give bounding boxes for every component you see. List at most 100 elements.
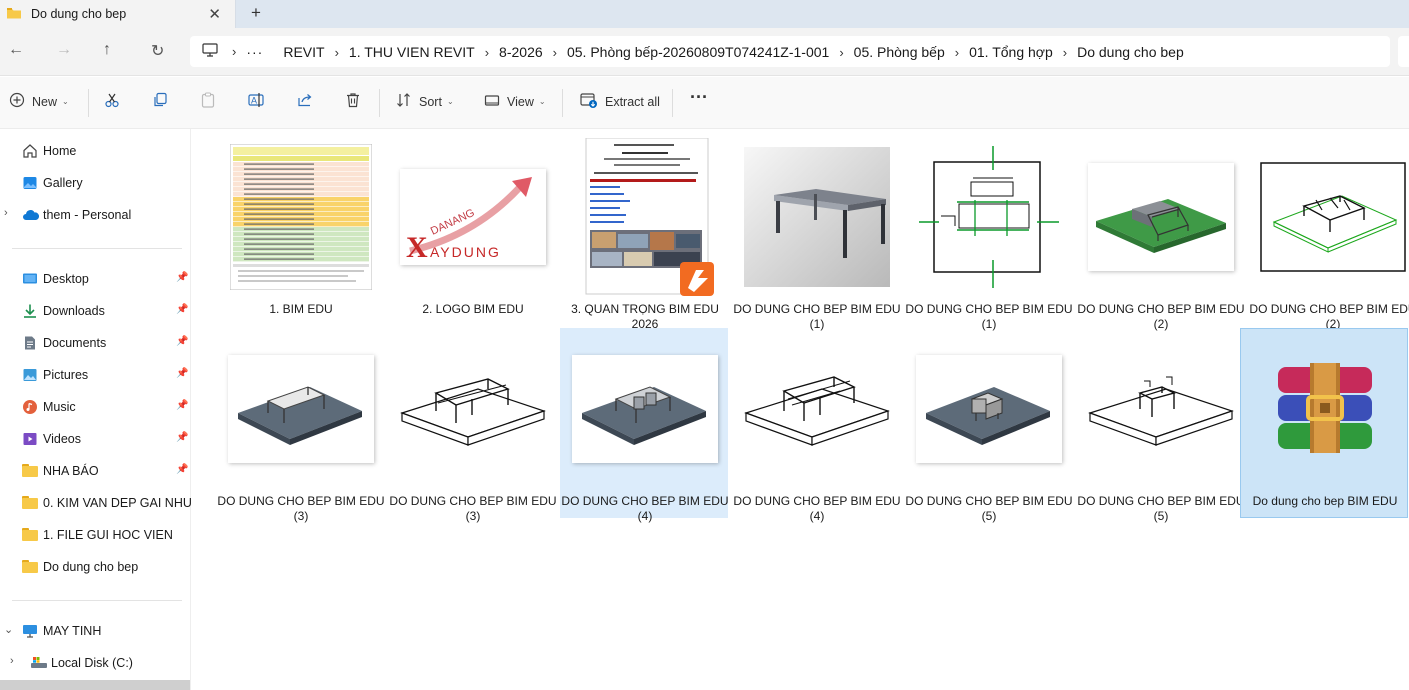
chevron-down-icon: ⌄ (446, 97, 454, 106)
chevron-right-icon[interactable]: › (10, 655, 14, 667)
breadcrumb-item[interactable]: 1. THU VIEN REVIT (339, 44, 485, 60)
folder-icon (22, 464, 38, 477)
pin-icon[interactable]: 📌 (176, 368, 188, 379)
sidebar-item-local-disk[interactable]: › Local Disk (C:) (0, 649, 191, 677)
sidebar-item-label: Music (43, 400, 76, 414)
sidebar-item-label: Documents (43, 336, 107, 350)
pin-icon[interactable]: 📌 (176, 336, 188, 347)
breadcrumb: REVIT › 1. THU VIEN REVIT › 8-2026 › 05. Phòng… (273, 44, 1193, 60)
chevron-down-icon[interactable]: ⌄ (4, 623, 13, 636)
more-icon[interactable]: ··· (236, 44, 273, 60)
drive-icon (30, 655, 47, 671)
breadcrumb-item[interactable]: 01. Tổng hợp (959, 44, 1063, 60)
pin-icon[interactable]: 📌 (176, 304, 188, 315)
file-item-4[interactable]: DO DUNG CHO BEP BIM EDU (1) (732, 136, 901, 331)
sidebar-item-label: Gallery (43, 176, 83, 190)
new-button[interactable]: New ⌄ (9, 92, 69, 111)
file-item-10[interactable]: DO DUNG CHO BEP BIM EDU (4) (560, 328, 729, 523)
sidebar-item-kim-van[interactable]: 0. KIM VAN DEP GAI NHUT DI (0, 489, 191, 517)
chevron-right-icon: › (839, 44, 844, 60)
file-name: 2. LOGO BIM EDU (422, 302, 524, 316)
breadcrumb-item[interactable]: 05. Phòng bếp (844, 44, 955, 60)
sidebar-item-label: 0. KIM VAN DEP GAI NHUT DI (43, 496, 191, 510)
sidebar-item-nha-bao[interactable]: NHA BÁO 📌 (0, 457, 191, 485)
new-tab-icon[interactable]: + (251, 3, 261, 23)
music-icon (22, 399, 38, 415)
search-input[interactable] (1398, 36, 1409, 67)
sidebar-item-home[interactable]: Home (0, 137, 191, 165)
pin-icon[interactable]: 📌 (176, 400, 188, 411)
pictures-icon (22, 367, 38, 383)
file-item-5[interactable]: DO DUNG CHO BEP BIM EDU (1) (904, 136, 1073, 331)
svg-text:A: A (251, 96, 257, 106)
plan-thumbnail (905, 137, 1073, 297)
pin-icon[interactable]: 📌 (176, 432, 188, 443)
sidebar-item-may-tinh[interactable]: ⌄ MAY TINH (0, 617, 191, 645)
sidebar-item-gallery[interactable]: Gallery (0, 169, 191, 197)
address-bar[interactable]: › ··· REVIT › 1. THU VIEN REVIT › 8-2026 › 05.… (190, 36, 1390, 67)
more-options-button[interactable]: ··· (690, 87, 708, 108)
file-item-7[interactable]: DO DUNG CHO BEP BIM EDU (2) (1248, 136, 1409, 331)
computer-icon (22, 623, 38, 639)
wireframe-thumbnail (1249, 137, 1409, 297)
chevron-right-icon[interactable]: › (4, 207, 8, 219)
sidebar-item-documents[interactable]: Documents 📌 (0, 329, 191, 357)
chevron-down-icon: ⌄ (538, 97, 546, 106)
divider (12, 600, 182, 601)
sidebar-item-pictures[interactable]: Pictures 📌 (0, 361, 191, 389)
breadcrumb-item[interactable]: REVIT (273, 44, 334, 60)
sidebar-item-label: Desktop (43, 272, 89, 286)
tab-do-dung-cho-bep[interactable]: Do dung cho bep ✕ (0, 0, 236, 28)
sidebar-item-do-dung[interactable]: Do dung cho bep (0, 553, 191, 581)
sort-button[interactable]: Sort ⌄ (396, 92, 454, 111)
render-thumbnail (905, 329, 1073, 489)
rename-icon: A (248, 92, 266, 111)
rename-button[interactable]: A (248, 92, 266, 111)
pin-icon[interactable]: 📌 (176, 464, 188, 475)
breadcrumb-item[interactable]: 8-2026 (489, 44, 553, 60)
view-button[interactable]: View ⌄ (484, 92, 546, 111)
view-icon (484, 92, 500, 111)
file-item-6[interactable]: DO DUNG CHO BEP BIM EDU (2) (1076, 136, 1245, 331)
breadcrumb-item[interactable]: Do dung cho bep (1067, 44, 1194, 60)
sidebar-item-file-gui[interactable]: 1. FILE GUI HOC VIEN (0, 521, 191, 549)
close-icon[interactable]: ✕ (208, 5, 221, 23)
share-button[interactable] (297, 92, 313, 111)
file-item-1[interactable]: 1. BIM EDU (216, 136, 384, 326)
divider (562, 89, 563, 117)
file-item-13[interactable]: DO DUNG CHO BEP BIM EDU (5) (1076, 328, 1245, 523)
sidebar-item-music[interactable]: Music 📌 (0, 393, 191, 421)
cut-button[interactable] (104, 92, 120, 111)
video-icon (22, 431, 38, 447)
sidebar-item-downloads[interactable]: Downloads 📌 (0, 297, 191, 325)
file-item-3[interactable]: 3. QUAN TRỌNG BIM EDU 2026 (560, 136, 728, 331)
sidebar-scrollbar[interactable] (0, 680, 190, 690)
pin-icon[interactable]: 📌 (176, 272, 188, 283)
sidebar-item-onedrive[interactable]: › them - Personal (0, 201, 191, 229)
file-item-12[interactable]: DO DUNG CHO BEP BIM EDU (5) (904, 328, 1073, 523)
file-item-9[interactable]: DO DUNG CHO BEP BIM EDU (3) (388, 328, 557, 523)
logo-thumbnail: DANANG X AYDUNG (389, 137, 557, 297)
file-item-8[interactable]: DO DUNG CHO BEP BIM EDU (3) (216, 328, 385, 523)
file-name: DO DUNG CHO BEP BIM EDU (4) (733, 494, 901, 523)
paste-button[interactable] (200, 92, 216, 111)
file-item-14[interactable]: Do dung cho bep BIM EDU (1240, 328, 1408, 518)
file-name: DO DUNG CHO BEP BIM EDU (3) (217, 494, 385, 523)
sidebar-item-desktop[interactable]: Desktop 📌 (0, 265, 191, 293)
file-item-2[interactable]: DANANG X AYDUNG 2. LOGO BIM EDU (388, 136, 556, 326)
sidebar-item-label: them - Personal (43, 208, 132, 222)
gallery-icon (22, 175, 38, 191)
up-icon[interactable]: ↑ (103, 41, 111, 59)
forward-icon[interactable]: → (56, 41, 72, 59)
folder-icon (6, 6, 22, 23)
delete-button[interactable] (345, 92, 361, 111)
breadcrumb-item[interactable]: 05. Phòng bếp-20260809T074241Z-1-001 (557, 44, 839, 60)
sidebar-item-videos[interactable]: Videos 📌 (0, 425, 191, 453)
back-icon[interactable]: ← (8, 41, 24, 59)
extract-all-button[interactable]: Extract all (580, 92, 660, 111)
copy-button[interactable] (152, 92, 168, 111)
refresh-icon[interactable]: ↻ (151, 41, 164, 61)
extract-icon (580, 92, 598, 111)
render-thumbnail (733, 137, 901, 297)
file-item-11[interactable]: DO DUNG CHO BEP BIM EDU (4) (732, 328, 901, 523)
